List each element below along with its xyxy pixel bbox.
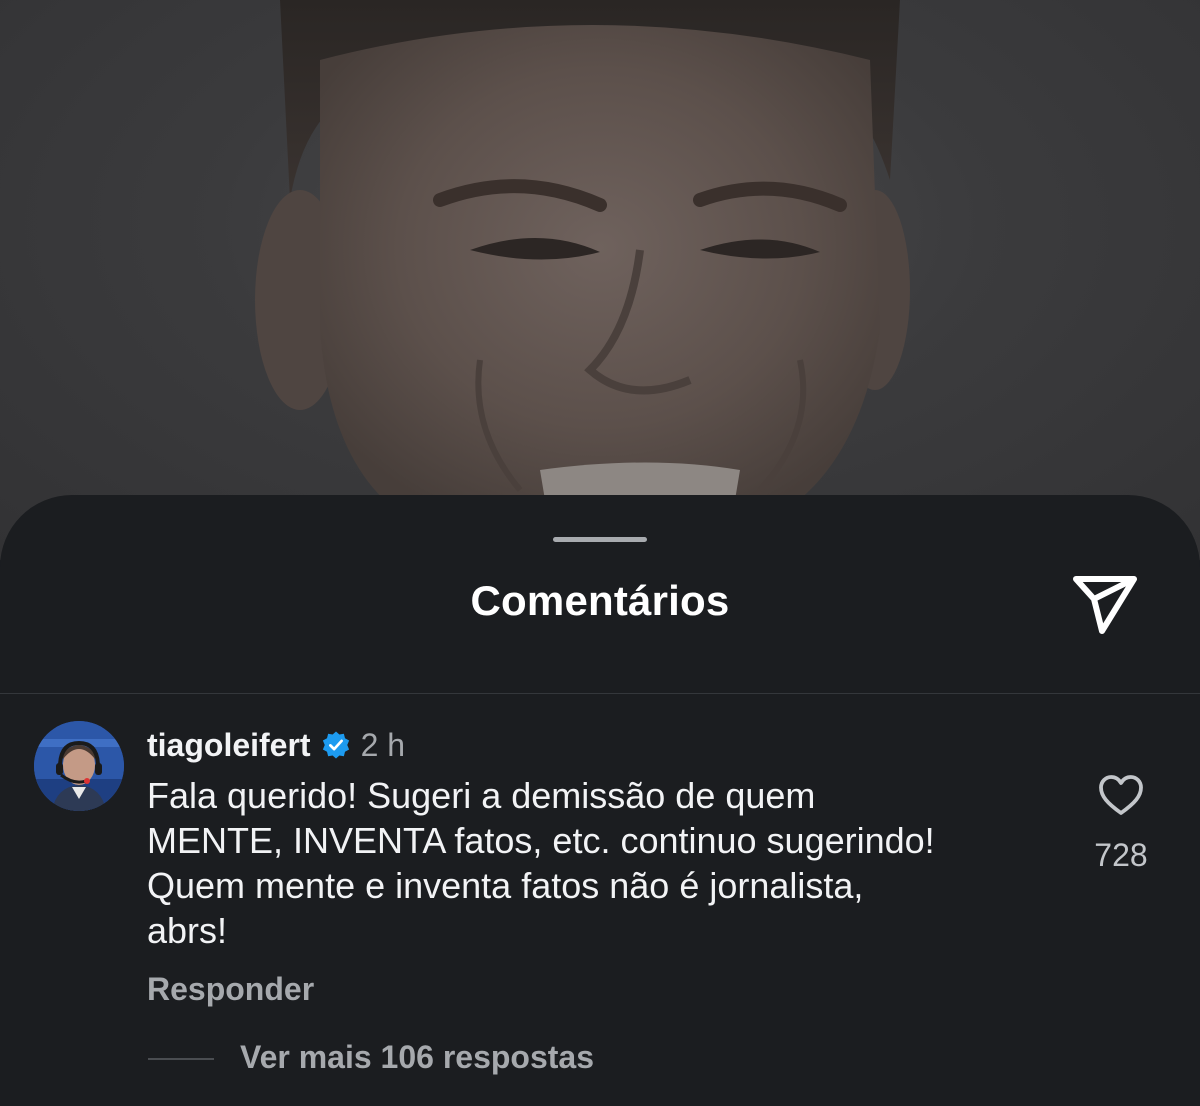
share-button[interactable] (1068, 571, 1142, 637)
comment-text-line: Quem mente e inventa fatos não é jornali… (147, 865, 864, 906)
sheet-grabber[interactable] (553, 537, 647, 542)
sheet-title: Comentários (470, 577, 730, 624)
like-count: 728 (1094, 837, 1148, 873)
comment-text-line: Fala querido! Sugeri a demissão de quem (147, 775, 816, 816)
view-more-replies-button[interactable]: Ver mais 106 respostas (240, 1039, 594, 1076)
comment-header: tiagoleifert 2 h (147, 723, 405, 767)
comment-text-line: abrs! (147, 910, 228, 951)
replies-divider-line (148, 1058, 214, 1060)
man-smiling-photo (255, 0, 910, 520)
comments-sheet: Comentários tiagoleifert 2 h Fala querid… (0, 495, 1200, 1106)
verified-badge-icon (322, 731, 349, 759)
comment-text: Fala querido! Sugeri a demissão de quem … (147, 773, 1067, 953)
comment-username[interactable]: tiagoleifert (147, 727, 311, 764)
screen: Comentários tiagoleifert 2 h Fala querid… (0, 0, 1200, 1106)
comment-text-line: MENTE, INVENTA fatos, etc. continuo suge… (147, 820, 935, 861)
reply-button[interactable]: Responder (147, 971, 314, 1008)
paper-plane-icon (1073, 576, 1137, 634)
avatar-image (34, 721, 124, 811)
heart-icon (1099, 775, 1143, 815)
post-photo (0, 0, 1200, 560)
avatar[interactable] (34, 721, 124, 811)
like-button[interactable] (1097, 773, 1145, 817)
comment-time: 2 h (360, 726, 406, 763)
header-divider (0, 693, 1200, 694)
